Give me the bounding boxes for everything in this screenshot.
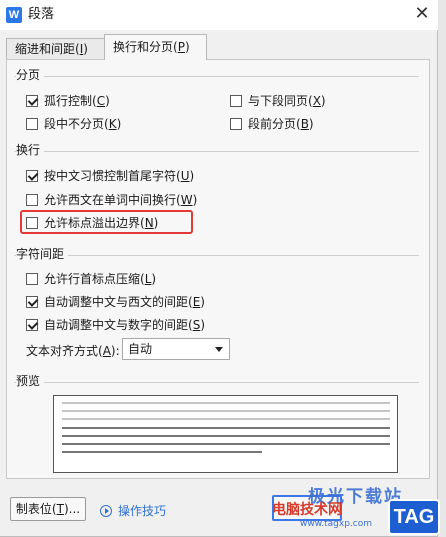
tab-access-key: P <box>177 40 185 54</box>
dropdown-arrow-icon[interactable] <box>215 347 223 352</box>
checkbox-auto-space-cjk-digits[interactable]: 自动调整中文与数字的间距(S) <box>26 316 205 333</box>
highlight-box <box>20 210 193 234</box>
checkbox-label-suffix: ) <box>105 93 110 108</box>
preview-line <box>62 410 390 412</box>
checkbox-label-suffix: ) <box>192 192 198 207</box>
preview-line <box>62 418 390 420</box>
checkbox-widow-control[interactable]: 孤行控制(C) <box>26 92 110 109</box>
checkbox-chinese-line-rules[interactable]: 按中文习惯控制首尾字符(U) <box>26 167 194 184</box>
checkbox-label: 自动调整中文与数字的间距( <box>44 318 193 332</box>
checkbox-label: 允许行首标点压缩( <box>44 272 145 286</box>
checkbox-break-within-word[interactable]: 允许西文在单词中间换行(W) <box>26 191 197 208</box>
access-key: L <box>144 271 152 286</box>
section-divider <box>14 255 419 256</box>
checkbox-box[interactable] <box>230 117 242 130</box>
preview-line <box>62 435 390 437</box>
label-suffix: ): <box>110 344 120 358</box>
preview-line <box>62 402 390 404</box>
access-key: E <box>192 294 201 309</box>
checkbox-page-break-before[interactable]: 段前分页(B) <box>230 115 314 132</box>
checkbox-box[interactable] <box>230 94 242 107</box>
tab-indent-spacing[interactable]: 缩进和间距(I) <box>6 38 105 59</box>
access-key: A <box>102 344 111 358</box>
checkbox-compress-leading-punctuation[interactable]: 允许行首标点压缩(L) <box>26 270 156 287</box>
play-circle-icon <box>100 504 112 517</box>
checkbox-box[interactable] <box>26 272 38 285</box>
button-label-suffix: )... <box>63 502 81 516</box>
checkbox-auto-space-cjk-latin[interactable]: 自动调整中文与西文的间距(E) <box>26 293 205 310</box>
checkbox-label: 与下段同页( <box>248 94 313 108</box>
tab-label-suffix: ) <box>184 40 190 54</box>
section-divider <box>14 151 419 152</box>
tab-label: 缩进和间距( <box>15 42 80 56</box>
tab-label-suffix: ) <box>83 42 88 56</box>
section-pagination-title: 分页 <box>16 67 45 83</box>
checkbox-box[interactable] <box>26 94 38 107</box>
checkbox-label-suffix: ) <box>116 116 122 131</box>
checkbox-box[interactable] <box>26 318 38 331</box>
link-label: 操作技巧 <box>118 504 167 518</box>
watermark-url: www.tagxp.com <box>300 519 372 529</box>
section-line-break-title: 换行 <box>16 142 45 158</box>
preview-line <box>62 443 390 445</box>
paragraph-preview <box>53 395 398 473</box>
tab-label: 换行和分页( <box>113 40 178 54</box>
section-divider <box>14 382 419 383</box>
checkbox-label: 按中文习惯控制首尾字符( <box>44 169 181 183</box>
label-text: 文本对齐方式( <box>26 344 103 358</box>
section-divider <box>14 76 419 77</box>
access-key: X <box>312 93 321 108</box>
checkbox-label: 自动调整中文与西文的间距( <box>44 295 193 309</box>
background-strip <box>438 0 446 537</box>
text-alignment-label: 文本对齐方式(A): <box>26 342 120 359</box>
watermark-text: 电脑技术网 <box>272 502 342 518</box>
section-char-spacing-title: 字符间距 <box>16 246 69 262</box>
access-key: B <box>300 116 309 131</box>
tab-line-page-break[interactable]: 换行和分页(P) <box>104 34 207 60</box>
checkbox-label: 孤行控制( <box>44 94 97 108</box>
watermark-tag-logo: TAG <box>388 499 440 535</box>
checkbox-label-suffix: ) <box>320 93 326 108</box>
select-value: 自动 <box>128 342 153 356</box>
tips-link[interactable]: 操作技巧 <box>100 502 166 519</box>
access-key: S <box>192 317 201 332</box>
access-key: T <box>56 502 64 516</box>
checkbox-label-suffix: ) <box>189 168 195 183</box>
button-label: 制表位( <box>15 502 57 516</box>
checkbox-box[interactable] <box>26 117 38 130</box>
checkbox-label: 允许西文在单词中间换行( <box>44 193 181 207</box>
checkbox-label-suffix: ) <box>200 317 205 332</box>
checkbox-box[interactable] <box>26 169 38 182</box>
section-preview-title: 预览 <box>16 373 45 389</box>
checkbox-label: 段前分页( <box>248 117 301 131</box>
preview-line <box>62 427 390 429</box>
text-alignment-select[interactable]: 自动 <box>122 338 230 360</box>
preview-line <box>62 451 262 453</box>
access-key: C <box>96 93 106 108</box>
wps-writer-icon: W <box>6 7 22 23</box>
dialog-title: 段落 <box>28 7 55 22</box>
checkbox-keep-with-next[interactable]: 与下段同页(X) <box>230 92 326 109</box>
checkbox-label-suffix: ) <box>200 294 205 309</box>
checkbox-box[interactable] <box>26 295 38 308</box>
tab-stops-button[interactable]: 制表位(T)... <box>10 497 86 521</box>
access-key: K <box>108 116 117 131</box>
access-key: U <box>180 168 190 183</box>
checkbox-box[interactable] <box>26 193 38 206</box>
access-key: W <box>180 192 193 207</box>
close-icon[interactable]: ✕ <box>410 2 434 26</box>
title-bar <box>0 0 438 30</box>
checkbox-keep-lines-together[interactable]: 段中不分页(K) <box>26 115 121 132</box>
checkbox-label-suffix: ) <box>308 116 314 131</box>
checkbox-label-suffix: ) <box>151 271 157 286</box>
checkbox-label: 段中不分页( <box>44 117 109 131</box>
